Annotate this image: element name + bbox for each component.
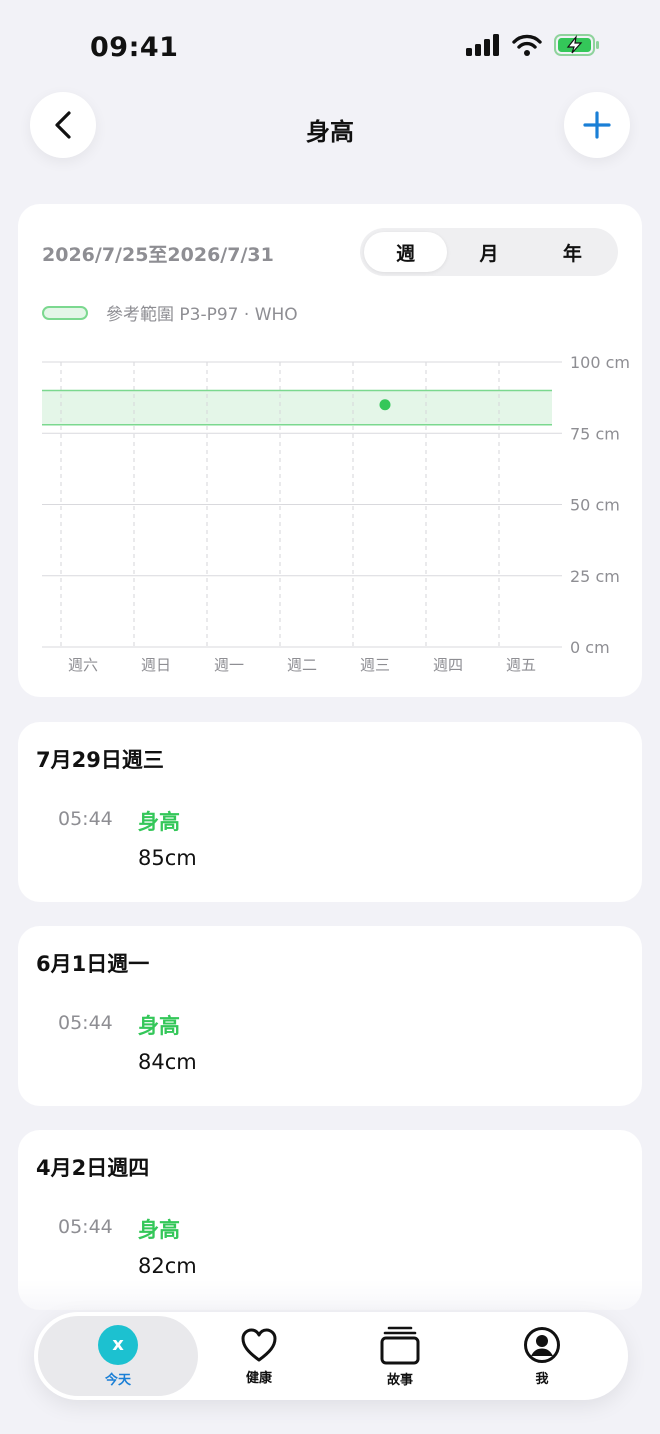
record-value: 84cm	[138, 1050, 197, 1074]
record-type: 身高	[138, 810, 180, 834]
segment-week[interactable]: 週	[364, 232, 448, 272]
record-type: 身高	[138, 1014, 180, 1038]
plus-icon	[583, 111, 611, 139]
record-value: 85cm	[138, 846, 197, 870]
record-time: 05:44	[58, 808, 113, 830]
add-record-button[interactable]	[564, 92, 630, 158]
status-icons	[466, 34, 600, 56]
period-segmented-control: 週 月 年	[360, 228, 618, 276]
x-tick-label: 週五	[506, 656, 536, 674]
profile-icon	[524, 1326, 560, 1363]
y-tick-label: 25 cm	[570, 567, 620, 586]
tab-health[interactable]: 健康	[199, 1312, 319, 1400]
tab-label: 今天	[104, 1372, 131, 1388]
chart-card: 2026/7/25至2026/7/31 週 月 年 參考範圍 P3-P97 · …	[18, 204, 642, 697]
tab-bar: x 今天 健康 故事 我	[34, 1312, 628, 1400]
x-tick-label: 週一	[214, 656, 244, 674]
today-avatar-icon: x	[98, 1324, 138, 1365]
height-chart: 100 cm 75 cm 50 cm 25 cm 0 cm 週六 週日 週一 週二 週三 週四 週五	[42, 353, 630, 674]
record-card[interactable]: 6月1日週一 05:44 身高 84cm	[18, 926, 642, 1106]
reference-band	[42, 390, 552, 425]
segment-year[interactable]: 年	[531, 232, 614, 272]
cellular-signal-icon	[466, 34, 499, 56]
date-range: 2026/7/25至2026/7/31	[42, 244, 274, 266]
record-date: 7月29日週三	[36, 748, 164, 772]
y-tick-label: 0 cm	[570, 638, 610, 657]
x-tick-label: 週四	[433, 656, 463, 674]
segment-month[interactable]: 月	[447, 232, 530, 272]
wifi-icon	[512, 34, 542, 56]
record-date: 6月1日週一	[36, 952, 150, 976]
tab-today[interactable]: x 今天	[58, 1312, 178, 1400]
y-tick-label: 50 cm	[570, 496, 620, 515]
reference-range-swatch	[42, 305, 88, 320]
heart-icon	[241, 1328, 277, 1361]
tab-label: 我	[535, 1371, 549, 1387]
nav-header: 身高	[0, 92, 660, 162]
y-tick-label: 100 cm	[570, 353, 630, 372]
stack-icon	[380, 1326, 420, 1364]
record-time: 05:44	[58, 1012, 113, 1034]
x-tick-label: 週三	[360, 656, 390, 674]
status-time: 09:41	[90, 32, 179, 63]
data-point	[379, 399, 391, 411]
tab-label: 健康	[245, 1370, 272, 1386]
record-time: 05:44	[58, 1216, 113, 1238]
chart-legend: 參考範圍 P3-P97 · WHO	[42, 300, 298, 325]
record-value: 82cm	[138, 1254, 197, 1278]
tab-stories[interactable]: 故事	[340, 1312, 460, 1400]
tab-label: 故事	[386, 1372, 413, 1388]
record-date: 4月2日週四	[36, 1156, 150, 1180]
legend-label: 參考範圍 P3-P97 · WHO	[106, 305, 298, 325]
status-bar: 09:41	[0, 0, 660, 96]
battery-charging-icon	[554, 34, 599, 56]
x-tick-label: 週日	[141, 656, 171, 674]
x-tick-label: 週六	[68, 656, 98, 674]
y-tick-label: 75 cm	[570, 424, 620, 443]
x-tick-label: 週二	[287, 656, 317, 674]
record-type: 身高	[138, 1218, 180, 1242]
page-title: 身高	[306, 118, 354, 146]
record-card[interactable]: 7月29日週三 05:44 身高 85cm	[18, 722, 642, 902]
tab-me[interactable]: 我	[482, 1312, 602, 1400]
